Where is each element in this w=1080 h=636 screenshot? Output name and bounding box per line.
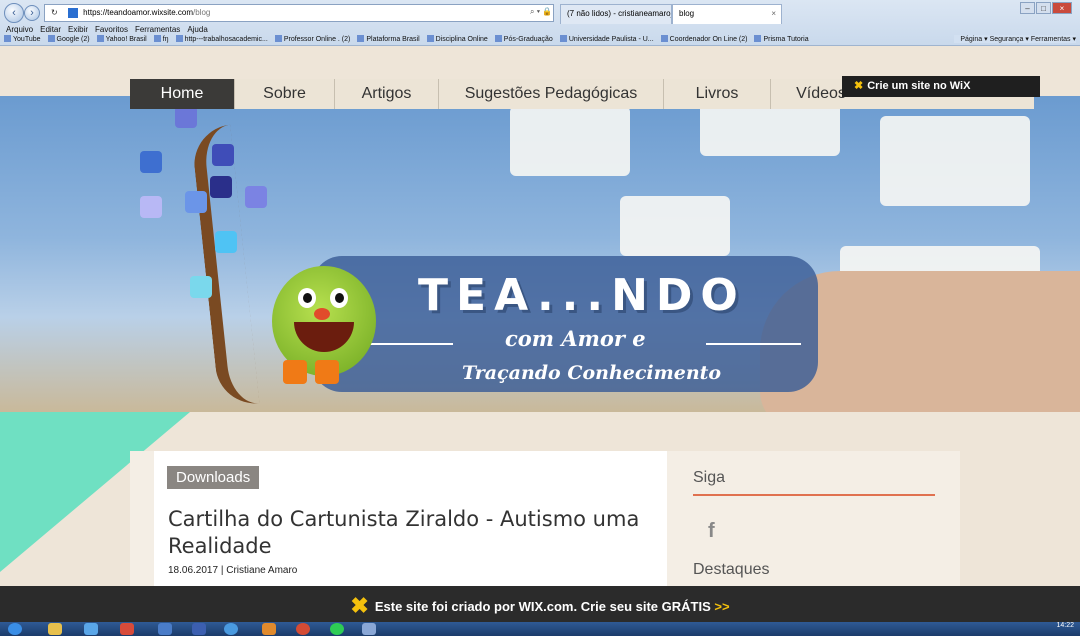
wix-promo-badge[interactable]: ✖ Crie um site no WiX bbox=[842, 76, 1040, 97]
divider bbox=[706, 343, 801, 345]
favorite-link[interactable]: Google (2) bbox=[48, 35, 90, 46]
post-title[interactable]: Cartilha do Cartunista Ziraldo - Autismo… bbox=[168, 506, 648, 560]
menu-item[interactable]: Ajuda bbox=[187, 25, 207, 34]
banner-subtitle: Traçando Conhecimento bbox=[462, 362, 722, 384]
chrome-icon[interactable] bbox=[296, 623, 310, 635]
address-path: /blog bbox=[193, 8, 211, 17]
facebook-icon[interactable]: f bbox=[708, 520, 715, 543]
app-icon[interactable] bbox=[224, 623, 238, 635]
close-window-icon[interactable]: × bbox=[1052, 2, 1072, 14]
command-security[interactable]: Segurança ▾ bbox=[990, 36, 1029, 43]
featured-heading: Destaques bbox=[693, 561, 770, 578]
start-icon[interactable] bbox=[8, 623, 22, 635]
command-bar: Página ▾ Segurança ▾ Ferramentas ▾ bbox=[954, 35, 1076, 43]
nav-sugestoes[interactable]: Sugestões Pedagógicas bbox=[439, 79, 664, 109]
post-date: 18.06.2017 bbox=[168, 565, 219, 576]
app-icon[interactable] bbox=[262, 623, 276, 635]
close-tab-icon[interactable]: × bbox=[771, 5, 776, 23]
favorite-link[interactable]: Disciplina Online bbox=[427, 35, 488, 46]
favorite-link[interactable]: YouTube bbox=[4, 35, 41, 46]
bow-tie-image bbox=[283, 358, 339, 386]
tab-mail[interactable]: (7 não lidos) - cristianeamaro_... bbox=[560, 4, 672, 24]
nav-artigos[interactable]: Artigos bbox=[335, 79, 439, 109]
post-author[interactable]: Cristiane Amaro bbox=[226, 565, 297, 576]
command-tools[interactable]: Ferramentas ▾ bbox=[1031, 36, 1076, 43]
banner-title: TEA...NDO bbox=[418, 270, 746, 321]
forward-icon[interactable]: › bbox=[24, 5, 40, 21]
site-favicon bbox=[67, 7, 78, 18]
media-icon[interactable] bbox=[120, 623, 134, 635]
favorite-link[interactable]: Universidade Paulista - U... bbox=[560, 35, 654, 46]
windows-taskbar: 14:22 bbox=[0, 622, 1080, 636]
refresh-icon[interactable]: ↻ bbox=[51, 8, 58, 17]
wix-footer-banner[interactable]: ✖ Este site foi criado por WIX.com. Crie … bbox=[0, 586, 1080, 622]
command-page[interactable]: Página ▾ bbox=[960, 36, 987, 43]
menu-item[interactable]: Editar bbox=[40, 25, 61, 34]
ie-icon[interactable] bbox=[84, 623, 98, 635]
favorite-link[interactable]: Pós-Graduação bbox=[495, 35, 553, 46]
window-controls: – □ × bbox=[1020, 2, 1072, 14]
menu-item[interactable]: Favoritos bbox=[95, 25, 128, 34]
favorite-link[interactable]: Professor Online . (2) bbox=[275, 35, 351, 46]
folder-icon[interactable] bbox=[48, 623, 62, 635]
wix-footer-cta[interactable]: >> bbox=[714, 599, 729, 614]
browser-toolbar: ‹ › ↻ https://teandoamor.wixsite.com/blo… bbox=[0, 0, 1080, 46]
address-host: https://teandoamor.wixsite.com bbox=[83, 8, 193, 17]
banner-subtitle: com Amor e bbox=[505, 326, 646, 351]
menu-bar: Arquivo Editar Exibir Favoritos Ferramen… bbox=[6, 25, 208, 34]
favorite-link[interactable]: http---trabalhosacademic... bbox=[176, 35, 268, 46]
menu-item[interactable]: Ferramentas bbox=[135, 25, 180, 34]
back-icon[interactable]: ‹ bbox=[4, 3, 24, 23]
favorites-bar: YouTube Google (2) Yahoo! Brasil fŋ http… bbox=[4, 35, 1080, 46]
maximize-icon[interactable]: □ bbox=[1036, 2, 1051, 14]
favorite-link[interactable]: Prisma Tutoria bbox=[754, 35, 808, 46]
spotify-icon[interactable] bbox=[330, 623, 344, 635]
address-tools[interactable]: ⌕ ▾ 🔒 bbox=[530, 4, 552, 20]
taskbar-clock: 14:22 bbox=[1056, 622, 1074, 629]
follow-heading: Siga bbox=[693, 469, 726, 486]
menu-item[interactable]: Exibir bbox=[68, 25, 88, 34]
hero-banner: TEA...NDO com Amor e Traçando Conhecimen… bbox=[0, 96, 1080, 412]
wix-footer-text: Este site foi criado por WIX.com. Crie s… bbox=[374, 599, 711, 614]
favorite-link[interactable]: Yahoo! Brasil bbox=[97, 35, 147, 46]
address-bar[interactable]: ↻ https://teandoamor.wixsite.com/blog bbox=[44, 4, 554, 22]
paint-icon[interactable] bbox=[158, 623, 172, 635]
app-icon[interactable] bbox=[362, 623, 376, 635]
meta-separator: | bbox=[220, 565, 224, 576]
nav-livros[interactable]: Livros bbox=[664, 79, 771, 109]
web-page: TEA...NDO com Amor e Traçando Conhecimen… bbox=[0, 46, 1080, 586]
favorite-link[interactable]: Plataforma Brasil bbox=[357, 35, 419, 46]
wix-badge-label: Crie um site no WiX bbox=[867, 80, 971, 92]
puzzle-tree-image bbox=[190, 124, 260, 408]
divider bbox=[693, 494, 935, 496]
tab-label: (7 não lidos) - cristianeamaro_... bbox=[567, 9, 672, 18]
category-tag[interactable]: Downloads bbox=[167, 466, 260, 489]
post-meta: 18.06.2017 | Cristiane Amaro bbox=[168, 565, 297, 576]
favorite-link[interactable]: Coordenador On Line (2) bbox=[661, 35, 748, 46]
mail-icon[interactable] bbox=[192, 623, 206, 635]
minimize-icon[interactable]: – bbox=[1020, 2, 1035, 14]
tab-label: blog bbox=[679, 9, 695, 18]
menu-item[interactable]: Arquivo bbox=[6, 25, 33, 34]
wix-logo-icon: ✖ bbox=[854, 80, 864, 92]
favorite-link[interactable]: fŋ bbox=[154, 35, 169, 46]
wix-logo-icon: ✖ bbox=[350, 593, 369, 618]
tab-blog[interactable]: blog × bbox=[672, 4, 782, 24]
nav-home[interactable]: Home bbox=[130, 79, 235, 109]
divider bbox=[365, 343, 453, 345]
nav-sobre[interactable]: Sobre bbox=[235, 79, 335, 109]
